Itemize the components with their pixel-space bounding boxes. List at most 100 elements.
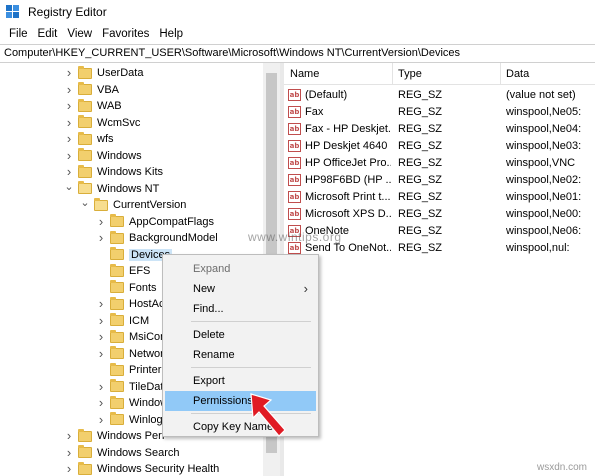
- tree-item-window[interactable]: › Window: [96, 395, 168, 411]
- menu-file[interactable]: File: [4, 28, 33, 40]
- folder-icon: [110, 379, 124, 392]
- value-name: Microsoft XPS D...: [305, 208, 391, 220]
- tree-item-wcmsvc[interactable]: › WcmSvc: [64, 115, 140, 131]
- folder-icon: [110, 313, 124, 326]
- chevron-right-icon[interactable]: ›: [96, 297, 106, 310]
- tree-item-label: Windows Kits: [97, 166, 164, 178]
- value-name: Fax: [305, 106, 324, 118]
- value-row[interactable]: ab Microsoft Print t... REG_SZ winspool,Ne0…: [284, 189, 595, 206]
- context-item-label: New: [193, 283, 216, 295]
- site-watermark: wsxdn.com: [536, 462, 587, 473]
- context-item-export[interactable]: Export: [165, 371, 316, 391]
- chevron-right-icon[interactable]: ›: [64, 149, 74, 162]
- tree-item-label: CurrentVersion: [113, 199, 187, 211]
- menu-view[interactable]: View: [62, 28, 97, 40]
- tree-item-windows-security-health[interactable]: › Windows Security Health: [64, 461, 219, 476]
- address-bar[interactable]: Computer\HKEY_CURRENT_USER\Software\Micr…: [0, 44, 595, 63]
- tree-item-windows-nt[interactable]: ⌄ Windows NT: [64, 181, 159, 197]
- tree-item-printerp[interactable]: PrinterP: [96, 362, 169, 378]
- chevron-right-icon[interactable]: ›: [64, 446, 74, 459]
- tree-item-vba[interactable]: › VBA: [64, 82, 119, 98]
- context-item-expand: Expand: [165, 259, 316, 279]
- tree-item-networ[interactable]: › Networ: [96, 346, 164, 362]
- chevron-right-icon[interactable]: ›: [64, 83, 74, 96]
- folder-icon: [78, 428, 92, 442]
- value-row[interactable]: ab HP98F6BD (HP ... REG_SZ winspool,Ne02:: [284, 172, 595, 189]
- value-type: REG_SZ: [398, 174, 443, 186]
- column-name[interactable]: Name: [290, 68, 319, 80]
- tree-item-wfs[interactable]: › wfs: [64, 131, 114, 147]
- tree-item-hostact[interactable]: › HostAct: [96, 296, 168, 312]
- chevron-right-icon[interactable]: ›: [64, 66, 74, 79]
- tree-item-wab[interactable]: › WAB: [64, 98, 122, 114]
- chevron-right-icon[interactable]: ›: [64, 99, 74, 112]
- tree-item-label: BackgroundModel: [129, 232, 218, 244]
- chevron-right-icon[interactable]: ›: [96, 231, 106, 244]
- chevron-right-icon[interactable]: ›: [96, 347, 106, 360]
- folder-icon: [110, 296, 124, 310]
- string-value-icon: ab: [288, 208, 301, 220]
- value-type: REG_SZ: [398, 140, 443, 152]
- context-item-permissions[interactable]: Permissions...: [165, 391, 316, 411]
- chevron-right-icon[interactable]: ›: [96, 380, 106, 393]
- chevron-right-icon[interactable]: ›: [64, 132, 74, 145]
- value-row[interactable]: ab Fax REG_SZ winspool,Ne05:: [284, 104, 595, 121]
- tree-item-msicorr[interactable]: › MsiCorr: [96, 329, 168, 345]
- value-type: REG_SZ: [398, 106, 443, 118]
- menu-help[interactable]: Help: [154, 28, 188, 40]
- chevron-right-icon[interactable]: ›: [64, 462, 74, 475]
- chevron-right-icon[interactable]: ›: [64, 116, 74, 129]
- menu-favorites[interactable]: Favorites: [97, 28, 154, 40]
- tree-item-windows[interactable]: › Windows: [64, 148, 142, 164]
- context-item-new[interactable]: New ›: [165, 279, 316, 299]
- folder-icon: [78, 115, 92, 128]
- folder-icon: [110, 214, 124, 227]
- tree-item-windows-search[interactable]: › Windows Search: [64, 445, 180, 461]
- folder-icon: [110, 412, 124, 425]
- chevron-right-icon[interactable]: ›: [64, 165, 74, 178]
- tree-item-tiledata[interactable]: › TileData: [96, 379, 170, 395]
- column-data[interactable]: Data: [506, 68, 529, 80]
- value-row[interactable]: ab Microsoft XPS D... REG_SZ winspool,Ne00:: [284, 206, 595, 223]
- context-item-delete[interactable]: Delete: [165, 325, 316, 345]
- context-menu: Expand New › Find... Delete Rename Export Permi…: [162, 254, 319, 437]
- value-data: winspool,Ne00:: [506, 208, 582, 220]
- chevron-down-icon[interactable]: ⌄: [64, 181, 74, 194]
- chevron-right-icon[interactable]: ›: [64, 429, 74, 442]
- tree-item-winlogo[interactable]: › Winlogo: [96, 412, 169, 428]
- chevron-right-icon[interactable]: ›: [96, 330, 106, 343]
- tree-item-devices[interactable]: Devices: [96, 247, 173, 263]
- context-item-find[interactable]: Find...: [165, 299, 316, 319]
- context-item-rename[interactable]: Rename: [165, 345, 316, 365]
- list-header: Name Type Data: [284, 63, 595, 85]
- tree-item-fonts[interactable]: Fonts: [96, 280, 157, 296]
- red-arrow-icon: [250, 393, 286, 437]
- chevron-right-icon[interactable]: ›: [96, 413, 106, 426]
- chevron-right-icon[interactable]: ›: [96, 215, 106, 228]
- chevron-down-icon[interactable]: ⌄: [80, 198, 90, 210]
- tree-item-windows-perf[interactable]: › Windows Perf: [64, 428, 165, 444]
- tree-item-efs[interactable]: EFS: [96, 263, 150, 279]
- context-item-label: Rename: [193, 349, 235, 361]
- context-item-copy-key-name[interactable]: Copy Key Name: [165, 417, 316, 437]
- value-row[interactable]: ab (Default) REG_SZ (value not set): [284, 87, 595, 104]
- chevron-right-icon[interactable]: ›: [96, 314, 106, 327]
- value-row[interactable]: ab HP Deskjet 4640 ... REG_SZ winspool,Ne03…: [284, 138, 595, 155]
- chevron-right-icon[interactable]: ›: [96, 396, 106, 409]
- value-row[interactable]: ab Fax - HP Deskjet... REG_SZ winspool,Ne04…: [284, 121, 595, 138]
- tree-item-icm[interactable]: › ICM: [96, 313, 149, 329]
- tree-item-backgroundmodel[interactable]: › BackgroundModel: [96, 230, 218, 246]
- folder-icon: [110, 247, 124, 260]
- folder-icon: [78, 461, 92, 475]
- value-row[interactable]: ab HP OfficeJet Pro... REG_SZ winspool,VNC: [284, 155, 595, 172]
- tree-item-windows-kits[interactable]: › Windows Kits: [64, 164, 163, 180]
- column-type[interactable]: Type: [398, 68, 422, 80]
- tree-item-appcompatflags[interactable]: › AppCompatFlags: [96, 214, 214, 230]
- values-list: Name Type Data ab (Default) REG_SZ (value n…: [284, 63, 595, 476]
- folder-icon: [78, 65, 92, 79]
- menu-edit[interactable]: Edit: [33, 28, 63, 40]
- value-type: REG_SZ: [398, 242, 443, 254]
- tree-item-currentversion[interactable]: ⌄ CurrentVersion: [80, 197, 186, 213]
- tree-item-userdata[interactable]: › UserData: [64, 65, 143, 81]
